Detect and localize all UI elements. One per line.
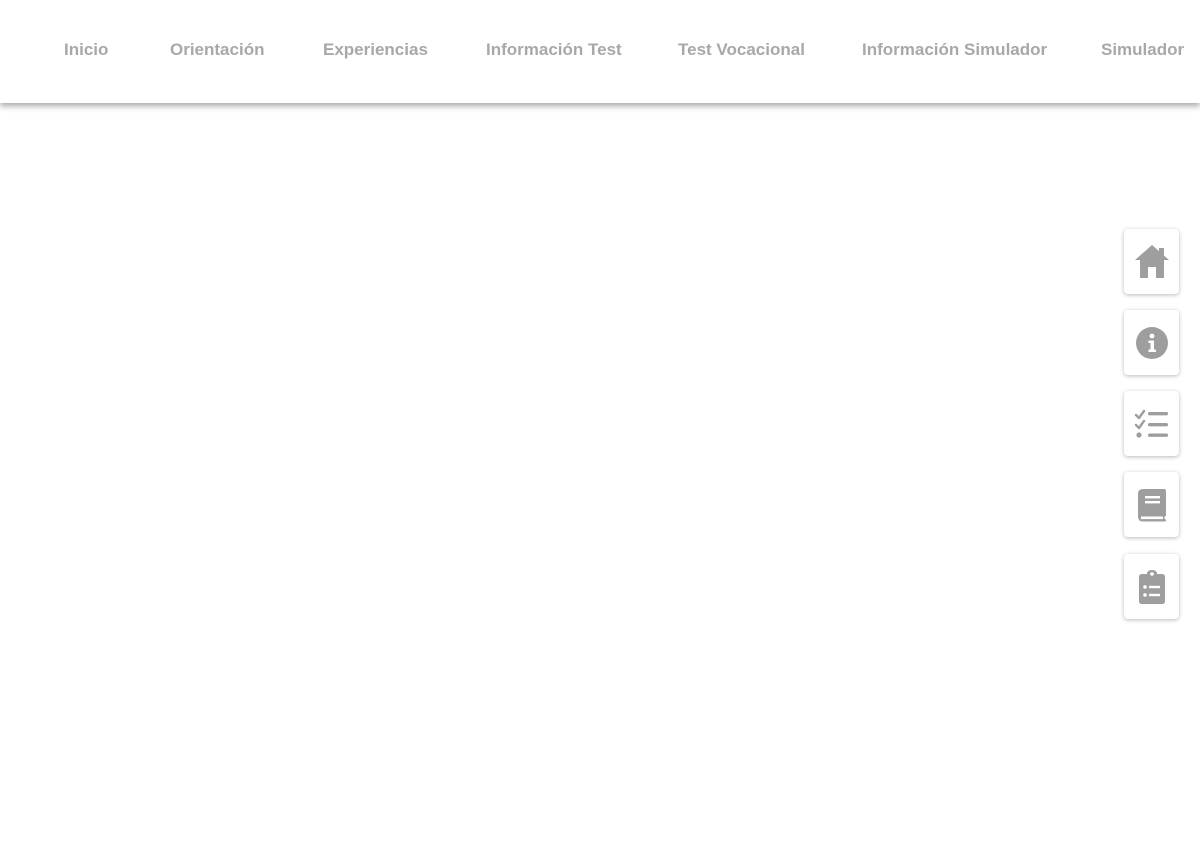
nav-item-test-vocacional[interactable]: Test Vocacional: [678, 40, 805, 60]
nav-item-simulador[interactable]: Simulador: [1101, 40, 1184, 60]
checklist-icon: [1134, 408, 1170, 440]
nav-item-inicio[interactable]: Inicio: [64, 40, 108, 60]
side-home-button[interactable]: [1124, 229, 1179, 294]
nav-item-informacion-simulador[interactable]: Información Simulador: [862, 40, 1047, 60]
nav-item-orientacion[interactable]: Orientación: [170, 40, 264, 60]
nav-item-experiencias[interactable]: Experiencias: [323, 40, 428, 60]
clipboard-list-icon: [1138, 569, 1166, 605]
side-checklist-button[interactable]: [1124, 391, 1179, 456]
side-info-button[interactable]: [1124, 310, 1179, 375]
info-icon: [1135, 326, 1169, 360]
side-clipboard-button[interactable]: [1124, 554, 1179, 619]
side-book-button[interactable]: [1124, 472, 1179, 537]
book-icon: [1137, 488, 1167, 522]
top-navigation-bar: Inicio Orientación Experiencias Informac…: [0, 0, 1200, 103]
home-icon: [1133, 244, 1171, 280]
nav-item-informacion-test[interactable]: Información Test: [486, 40, 622, 60]
